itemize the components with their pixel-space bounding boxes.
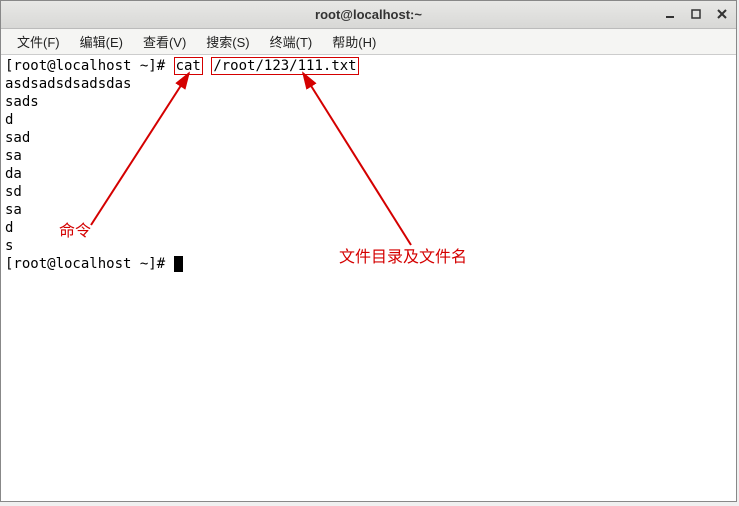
minimize-icon xyxy=(664,8,676,20)
output-line: s xyxy=(5,237,732,255)
output-line: sa xyxy=(5,201,732,219)
menu-file[interactable]: 文件(F) xyxy=(7,30,70,53)
menubar: 文件(F) 编辑(E) 查看(V) 搜索(S) 终端(T) 帮助(H) xyxy=(1,29,736,55)
terminal-window: root@localhost:~ 文件(F) 编辑(E) 查看(V) 搜索(S)… xyxy=(0,0,737,502)
menu-view[interactable]: 查看(V) xyxy=(133,30,196,53)
close-button[interactable] xyxy=(712,4,732,24)
minimize-button[interactable] xyxy=(660,4,680,24)
command-line: [root@localhost ~]# cat /root/123/111.tx… xyxy=(5,57,732,75)
window-title: root@localhost:~ xyxy=(1,7,736,22)
prompt: [root@localhost ~]# xyxy=(5,58,174,74)
output-line: da xyxy=(5,165,732,183)
maximize-icon xyxy=(690,8,702,20)
close-icon xyxy=(716,8,728,20)
prompt: [root@localhost ~]# xyxy=(5,256,174,272)
terminal-content[interactable]: [root@localhost ~]# cat /root/123/111.tx… xyxy=(1,55,736,501)
boxed-command: cat xyxy=(174,57,203,75)
prompt-line: [root@localhost ~]# xyxy=(5,255,732,273)
output-line: d xyxy=(5,111,732,129)
menu-edit[interactable]: 编辑(E) xyxy=(70,30,133,53)
output-line: sd xyxy=(5,183,732,201)
boxed-filepath: /root/123/111.txt xyxy=(211,57,358,75)
window-controls xyxy=(660,4,732,24)
menu-terminal[interactable]: 终端(T) xyxy=(260,30,323,53)
output-line: sads xyxy=(5,93,732,111)
output-line: d xyxy=(5,219,732,237)
maximize-button[interactable] xyxy=(686,4,706,24)
cursor xyxy=(174,256,183,272)
titlebar: root@localhost:~ xyxy=(1,1,736,29)
output-line: sad xyxy=(5,129,732,147)
menu-search[interactable]: 搜索(S) xyxy=(196,30,259,53)
output-line: asdsadsdsadsdas xyxy=(5,75,732,93)
menu-help[interactable]: 帮助(H) xyxy=(322,30,386,53)
output-line: sa xyxy=(5,147,732,165)
